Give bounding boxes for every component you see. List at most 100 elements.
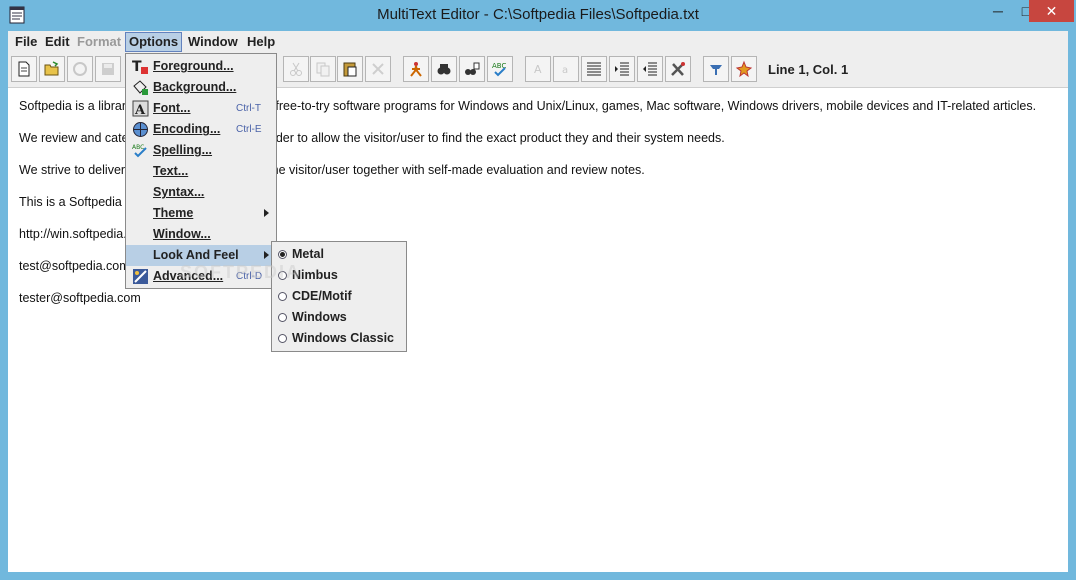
delete-icon: [372, 63, 384, 75]
softpedia-watermark: SOFTPEDIA: [180, 262, 302, 282]
editor-line: tester@softpedia.com: [19, 291, 141, 305]
lowercase-icon: a: [562, 65, 568, 76]
cut-icon: [290, 62, 302, 76]
window-frame-right: [1068, 31, 1076, 580]
radio-icon: [278, 292, 287, 301]
radio-item-label: Metal: [292, 247, 324, 261]
indent-button[interactable]: [609, 56, 635, 82]
lowercase-button[interactable]: a: [553, 56, 579, 82]
look-and-feel-submenu: Metal Nimbus CDE/Motif Windows Windows C…: [271, 241, 407, 352]
cursor-position-label: Line 1, Col. 1: [768, 62, 849, 77]
help-button[interactable]: [703, 56, 729, 82]
menu-options[interactable]: Options: [125, 32, 183, 52]
menu-item-encoding[interactable]: Encoding... Ctrl-E: [126, 119, 276, 140]
radio-item-label: CDE/Motif: [292, 289, 352, 303]
menu-item-label: Encoding...: [153, 122, 221, 136]
menu-item-spelling[interactable]: ABC Spelling...: [126, 140, 276, 161]
find-button[interactable]: [431, 56, 457, 82]
radio-item-label: Windows Classic: [292, 331, 394, 345]
replace-button[interactable]: [459, 56, 485, 82]
radio-selected-icon: [278, 250, 287, 259]
menu-item-label: Foreground...: [153, 59, 234, 73]
title-bar[interactable]: MultiText Editor - C:\Softpedia Files\So…: [0, 0, 1076, 31]
cut-button[interactable]: [283, 56, 309, 82]
tools-button[interactable]: [665, 56, 691, 82]
svg-text:A: A: [534, 63, 542, 76]
indent-icon: [615, 62, 629, 76]
radio-icon: [278, 334, 287, 343]
radio-icon: [278, 313, 287, 322]
minimize-button[interactable]: ─: [984, 0, 1012, 22]
menu-item-label: Syntax...: [153, 185, 205, 199]
menu-item-label: Spelling...: [153, 143, 213, 157]
new-file-button[interactable]: [11, 56, 37, 82]
spelling-icon: ABC: [132, 142, 149, 159]
replace-icon: [465, 62, 480, 75]
reload-button[interactable]: [67, 56, 93, 82]
menu-item-label: Window...: [153, 227, 211, 241]
svg-text:T: T: [132, 59, 142, 75]
menu-item-label: Background...: [153, 80, 237, 94]
menu-window[interactable]: Window: [185, 33, 241, 51]
radio-item-label: Windows: [292, 310, 347, 324]
spellcheck-button[interactable]: ABC: [487, 56, 513, 82]
copy-icon: [316, 62, 330, 77]
unindent-icon: [643, 62, 657, 76]
open-folder-icon: [44, 61, 59, 76]
advanced-icon: [132, 268, 149, 285]
submenu-arrow-icon: [264, 209, 269, 217]
svg-text:A: A: [134, 103, 146, 117]
menu-item-font[interactable]: A Font... Ctrl-T: [126, 98, 276, 119]
tools-icon: [671, 62, 685, 76]
encoding-icon: [132, 121, 149, 138]
new-file-icon: [18, 61, 30, 77]
goto-icon: [410, 62, 422, 77]
paste-icon: [343, 62, 357, 77]
paste-button[interactable]: [337, 56, 363, 82]
background-icon: [132, 79, 149, 96]
about-icon: [735, 60, 753, 78]
align-button[interactable]: [581, 56, 607, 82]
menu-format[interactable]: Format: [74, 33, 124, 51]
uppercase-button[interactable]: A: [525, 56, 551, 82]
align-icon: [587, 62, 601, 76]
about-button[interactable]: [731, 56, 757, 82]
radio-item-cde-motif[interactable]: CDE/Motif: [272, 286, 406, 307]
menu-item-theme[interactable]: Theme: [126, 203, 276, 224]
delete-button[interactable]: [365, 56, 391, 82]
copy-button[interactable]: [310, 56, 336, 82]
unindent-button[interactable]: [637, 56, 663, 82]
menu-item-background[interactable]: Background...: [126, 77, 276, 98]
menu-help[interactable]: Help: [244, 33, 278, 51]
options-dropdown-menu: T Foreground... Background... A Font... …: [125, 53, 277, 289]
reload-icon: [73, 62, 87, 76]
menu-item-foreground[interactable]: T Foreground...: [126, 56, 276, 77]
window-frame-bottom: [0, 572, 1076, 580]
menu-file[interactable]: File: [12, 33, 40, 51]
spellcheck-icon: ABC: [492, 62, 506, 77]
menu-item-label: Theme: [153, 206, 194, 220]
menu-item-accelerator: Ctrl-T: [236, 103, 261, 114]
radio-item-windows-classic[interactable]: Windows Classic: [272, 328, 406, 349]
menu-item-syntax[interactable]: Syntax...: [126, 182, 276, 203]
uppercase-icon: A: [534, 63, 542, 76]
editor-line: We strive to deliver only the best produ…: [19, 163, 645, 177]
save-button[interactable]: [95, 56, 121, 82]
window-title: MultiText Editor - C:\Softpedia Files\So…: [377, 6, 699, 23]
menu-edit[interactable]: Edit: [42, 33, 73, 51]
menu-bar: File Edit Format Options Window Help: [8, 31, 1068, 53]
open-button[interactable]: [39, 56, 65, 82]
menu-item-label: Text...: [153, 164, 189, 178]
menu-item-accelerator: Ctrl-E: [236, 124, 262, 135]
svg-text:ABC: ABC: [132, 144, 144, 151]
save-icon: [102, 63, 114, 75]
close-button[interactable]: ✕: [1029, 0, 1074, 22]
goto-button[interactable]: [403, 56, 429, 82]
menu-item-window[interactable]: Window...: [126, 224, 276, 245]
svg-text:a: a: [562, 65, 568, 76]
menu-item-text[interactable]: Text...: [126, 161, 276, 182]
find-icon: [437, 64, 451, 75]
radio-item-windows[interactable]: Windows: [272, 307, 406, 328]
menu-item-label: Font...: [153, 101, 191, 115]
window-frame-left: [0, 31, 8, 580]
